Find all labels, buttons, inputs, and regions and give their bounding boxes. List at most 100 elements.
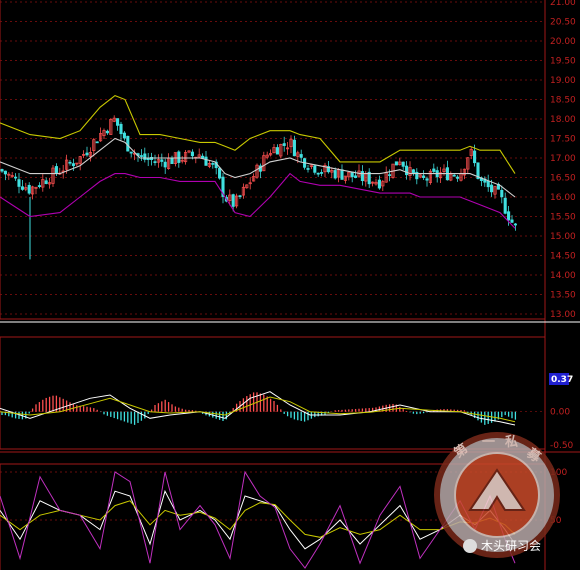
candle-body	[238, 195, 242, 198]
candle-body	[163, 161, 167, 168]
candle-body	[456, 176, 460, 179]
price-panel-frame	[0, 0, 546, 320]
macd-histogram	[1, 392, 517, 425]
price-tick-label: 16.00	[550, 193, 576, 203]
candle-body	[218, 167, 222, 179]
price-tick-label: 13.50	[550, 291, 576, 301]
candle-body	[143, 153, 147, 160]
price-tick-label: 19.50	[550, 57, 576, 67]
price-band-lines	[0, 94, 516, 229]
candle-body	[17, 179, 21, 187]
candle-body	[500, 189, 504, 198]
candle-body	[401, 161, 405, 167]
candle-body	[513, 223, 517, 226]
candle-body	[473, 150, 477, 164]
candle-body	[405, 165, 409, 176]
candle-body	[425, 178, 429, 181]
candle-body	[95, 141, 99, 144]
candle-body	[490, 184, 494, 193]
price-axis-ticks: 13.00 13.50 14.00 14.50 15.00 15.50 16.00 16.50…	[550, 0, 576, 320]
candle-body	[146, 158, 150, 160]
price-middle-band-line	[0, 137, 516, 198]
candle-body	[275, 147, 279, 155]
candle-body	[177, 151, 181, 163]
candle-body	[432, 168, 436, 172]
price-tick-label: 17.50	[550, 135, 576, 145]
candle-body	[14, 176, 18, 179]
price-tick-label: 16.50	[550, 174, 576, 184]
candle-body	[452, 174, 456, 177]
price-candles	[0, 115, 517, 260]
candle-body	[360, 171, 364, 182]
candle-body	[211, 163, 215, 165]
candle-body	[37, 185, 41, 188]
candle-body	[71, 163, 75, 167]
candle-body	[411, 169, 415, 174]
candle-body	[340, 169, 344, 180]
candle-body	[394, 161, 398, 166]
candle-body	[122, 132, 126, 139]
macd-value-badge: 0.37	[549, 373, 573, 385]
wechat-icon	[463, 539, 477, 553]
watermark-label: 木头研习会	[463, 539, 541, 553]
price-tick-label: 14.00	[550, 271, 576, 281]
stock-chart: 13.00 13.50 14.00 14.50 15.00 15.50 16.00 16.50…	[0, 0, 580, 570]
watermark-seal: 第 一 私 募	[434, 432, 560, 558]
candle-body	[388, 174, 392, 176]
candle-body	[507, 211, 511, 221]
candle-body	[139, 155, 143, 157]
macd-value-badge-text: 0.37	[551, 375, 573, 385]
candle-body	[20, 186, 24, 190]
price-tick-label: 17.00	[550, 154, 576, 164]
price-lower-band-line	[0, 172, 516, 229]
price-tick-label: 13.00	[550, 310, 576, 320]
price-gridlines	[0, 1, 545, 315]
macd-tick-label: -0.50	[550, 441, 574, 451]
watermark-label-text: 木头研习会	[481, 539, 541, 553]
candle-body	[204, 156, 208, 166]
candle-body	[160, 159, 164, 162]
candle-body	[231, 194, 235, 207]
candle-body	[44, 180, 48, 184]
candle-body	[320, 172, 324, 174]
candle-body	[190, 151, 194, 157]
candle-body	[153, 161, 157, 163]
price-tick-label: 14.50	[550, 252, 576, 262]
candle-body	[503, 197, 507, 214]
price-tick-label: 20.50	[550, 18, 576, 28]
candle-body	[27, 184, 31, 194]
candle-body	[170, 157, 174, 165]
price-tick-label: 18.50	[550, 96, 576, 106]
price-tick-label: 19.00	[550, 76, 576, 86]
seal-char-2: 一	[482, 435, 495, 450]
candle-body	[354, 175, 358, 178]
candle-body	[306, 168, 310, 170]
candle-body	[105, 130, 109, 134]
candle-body	[316, 172, 320, 175]
price-tick-label: 15.50	[550, 213, 576, 223]
candle-body	[313, 165, 317, 173]
candle-body	[0, 169, 4, 172]
candle-body	[299, 154, 303, 158]
macd-tick-label: 0.00	[550, 408, 570, 418]
price-tick-label: 20.00	[550, 37, 576, 47]
candle-body	[486, 180, 490, 188]
candle-body	[333, 170, 337, 179]
candle-body	[54, 166, 58, 174]
candle-body	[201, 155, 205, 159]
candle-body	[119, 123, 123, 135]
candle-body	[3, 170, 7, 175]
price-tick-label: 21.00	[550, 0, 576, 8]
price-tick-label: 15.00	[550, 232, 576, 242]
candle-body	[422, 175, 426, 178]
seal-char-3: 私	[505, 434, 518, 450]
candle-body	[292, 139, 296, 157]
candle-body	[377, 179, 381, 189]
candle-body	[510, 219, 514, 223]
price-tick-label: 18.00	[550, 115, 576, 125]
candle-body	[116, 118, 120, 126]
candle-body	[129, 151, 133, 154]
candle-body	[68, 161, 72, 164]
candle-body	[85, 152, 89, 156]
price-upper-band-line	[0, 94, 516, 174]
